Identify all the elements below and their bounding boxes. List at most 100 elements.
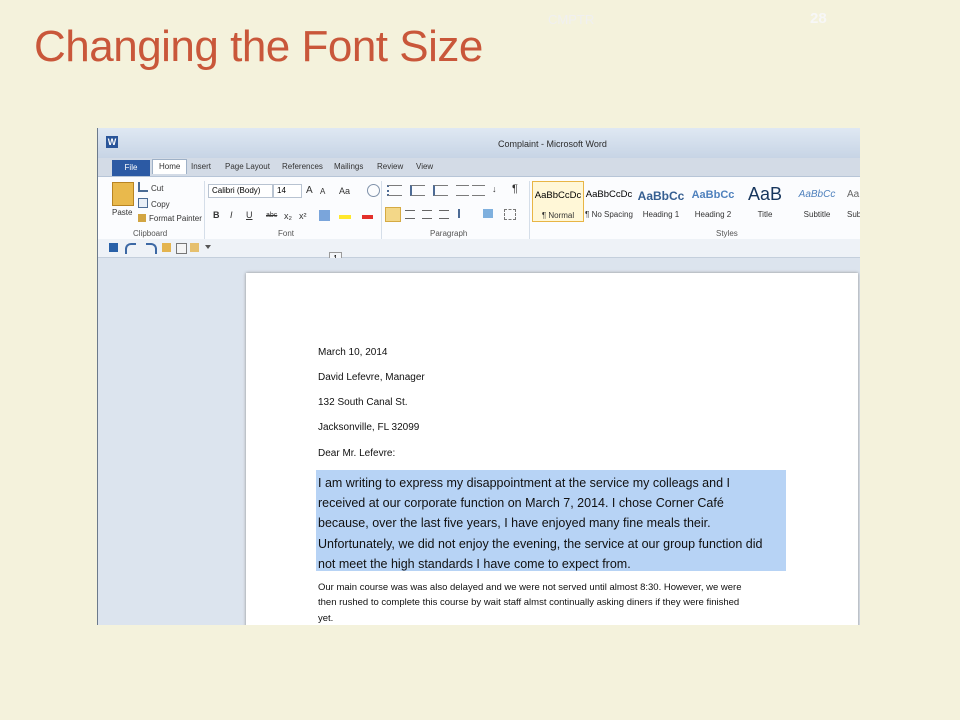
font-size-select[interactable]: 14: [273, 184, 302, 198]
align-left-button[interactable]: [385, 207, 401, 222]
style-name: Sub: [847, 210, 860, 219]
open-folder-icon[interactable]: [162, 243, 171, 252]
tab-view[interactable]: View: [416, 162, 433, 171]
quick-access-toolbar: [98, 239, 860, 258]
numbering-icon[interactable]: [410, 185, 425, 196]
change-case-button[interactable]: Aa: [339, 186, 350, 196]
tab-references[interactable]: References: [282, 162, 323, 171]
paragraph-line: then rushed to complete this course by w…: [318, 597, 740, 609]
style-name: Title: [757, 210, 773, 219]
print-preview-icon[interactable]: [190, 243, 199, 252]
scissors-icon: [138, 182, 148, 192]
format-painter-button[interactable]: Format Painter: [138, 214, 202, 223]
style-name: Subtitle: [803, 210, 831, 219]
ribbon-separator: [204, 181, 205, 239]
ribbon-tabs: File Home Insert Page Layout References …: [98, 158, 860, 176]
tab-review[interactable]: Review: [377, 162, 403, 171]
style-subtle[interactable]: Aa Sub: [844, 181, 860, 220]
highlight-color-icon[interactable]: [339, 215, 351, 219]
customize-toolbar-icon[interactable]: [205, 245, 211, 249]
paragraph-group-label: Paragraph: [430, 229, 468, 238]
style-title[interactable]: AaB Title: [740, 181, 790, 220]
strikethrough-button[interactable]: abc: [266, 212, 277, 219]
borders-icon[interactable]: [504, 209, 516, 220]
italic-button[interactable]: I: [230, 210, 233, 220]
increase-indent-icon[interactable]: [472, 185, 485, 196]
subscript-button[interactable]: x₂: [284, 211, 292, 221]
paragraph-line: received at our corporate function on Ma…: [318, 496, 724, 511]
ribbon-separator: [381, 181, 382, 239]
line-spacing-icon[interactable]: [458, 209, 472, 218]
document-page[interactable]: March 10, 2014 David Lefevre, Manager 13…: [246, 273, 858, 625]
style-heading-2[interactable]: AaBbCc Heading 2: [688, 181, 738, 220]
paragraph-line: Our main course was was also delayed and…: [318, 582, 742, 593]
sort-icon[interactable]: ↓: [492, 184, 497, 194]
style-normal[interactable]: AaBbCcDc ¶ Normal: [532, 181, 584, 222]
title-bar: W Complaint - Microsoft Word: [98, 128, 860, 158]
slide-title: Changing the Font Size: [34, 22, 483, 71]
text-effects-icon[interactable]: [319, 210, 330, 221]
tab-file[interactable]: File: [112, 160, 150, 176]
word-window: W Complaint - Microsoft Word File Home I…: [97, 128, 860, 625]
paragraph-line: not meet the high standards I have come …: [318, 556, 631, 571]
copy-label: Copy: [151, 200, 170, 209]
bullets-icon[interactable]: [387, 185, 402, 196]
cut-button[interactable]: Cut: [138, 182, 163, 193]
paragraph-line: because, over the last five years, I hav…: [318, 516, 711, 531]
font-color-icon[interactable]: [362, 215, 373, 219]
style-preview: AaBbCcDc: [534, 190, 582, 201]
style-no-spacing[interactable]: AaBbCcDc ¶ No Spacing: [584, 181, 634, 220]
tab-insert[interactable]: Insert: [191, 162, 211, 171]
bold-button[interactable]: B: [213, 210, 220, 220]
tab-mailings[interactable]: Mailings: [334, 162, 363, 171]
salutation-line: Dear Mr. Lefevre:: [318, 448, 396, 459]
clear-format-icon[interactable]: [367, 184, 380, 197]
align-right-button[interactable]: [422, 210, 432, 219]
save-icon[interactable]: [109, 243, 118, 252]
grow-font-button[interactable]: A: [306, 185, 313, 196]
tab-page-layout[interactable]: Page Layout: [225, 162, 270, 171]
recipient-name: David Lefevre, Manager: [318, 372, 425, 383]
superscript-button[interactable]: x²: [299, 211, 307, 221]
shrink-font-button[interactable]: A: [320, 187, 325, 196]
redo-icon[interactable]: [146, 243, 157, 254]
address-line-1: 132 South Canal St.: [318, 397, 408, 408]
paste-icon[interactable]: [112, 182, 134, 206]
decrease-indent-icon[interactable]: [456, 185, 469, 196]
justify-button[interactable]: [439, 210, 449, 219]
underline-button[interactable]: U: [246, 210, 253, 220]
style-name: ¶ No Spacing: [585, 210, 633, 219]
second-paragraph[interactable]: Our main course was was also delayed and…: [318, 580, 786, 625]
ribbon: Paste Cut Copy Format Painter Clipboard …: [98, 176, 860, 280]
copy-button[interactable]: Copy: [138, 198, 170, 209]
new-document-icon[interactable]: [176, 243, 187, 254]
format-painter-label: Format Painter: [149, 214, 202, 223]
font-name-select[interactable]: Calibri (Body): [208, 184, 273, 198]
paragraph-line: yet.: [318, 612, 334, 624]
recipient-line: David Lefevre, Manager: [318, 372, 425, 383]
word-app-icon[interactable]: W: [106, 136, 118, 148]
brush-icon: [138, 214, 146, 222]
style-preview: AaBbCc: [798, 189, 836, 200]
date-line: March 10, 2014: [318, 347, 388, 358]
style-preview: AaBbCc: [691, 189, 735, 201]
paragraph-line: I am writing to express my disappointmen…: [318, 476, 730, 490]
style-name: Heading 2: [694, 210, 732, 219]
style-preview: Aa: [847, 189, 860, 200]
style-name: ¶ Normal: [541, 211, 575, 220]
style-heading-1[interactable]: AaBbCc Heading 1: [636, 181, 686, 220]
paste-label[interactable]: Paste: [112, 208, 132, 217]
style-preview: AaBbCc: [637, 189, 685, 203]
multilevel-list-icon[interactable]: [433, 185, 448, 196]
show-hide-button[interactable]: ¶: [512, 183, 518, 195]
style-subtitle[interactable]: AaBbCc Subtitle: [792, 181, 842, 220]
selected-paragraph[interactable]: I am writing to express my disappointmen…: [318, 473, 786, 574]
ribbon-separator: [529, 181, 530, 239]
clipboard-group-label: Clipboard: [133, 229, 168, 238]
shading-icon[interactable]: [483, 209, 493, 218]
tab-home[interactable]: Home: [152, 159, 188, 174]
style-preview: AaBbCcDc: [585, 189, 633, 200]
slide-header: CMPTR: [548, 12, 595, 27]
undo-icon[interactable]: [125, 243, 136, 254]
align-center-button[interactable]: [405, 210, 415, 219]
